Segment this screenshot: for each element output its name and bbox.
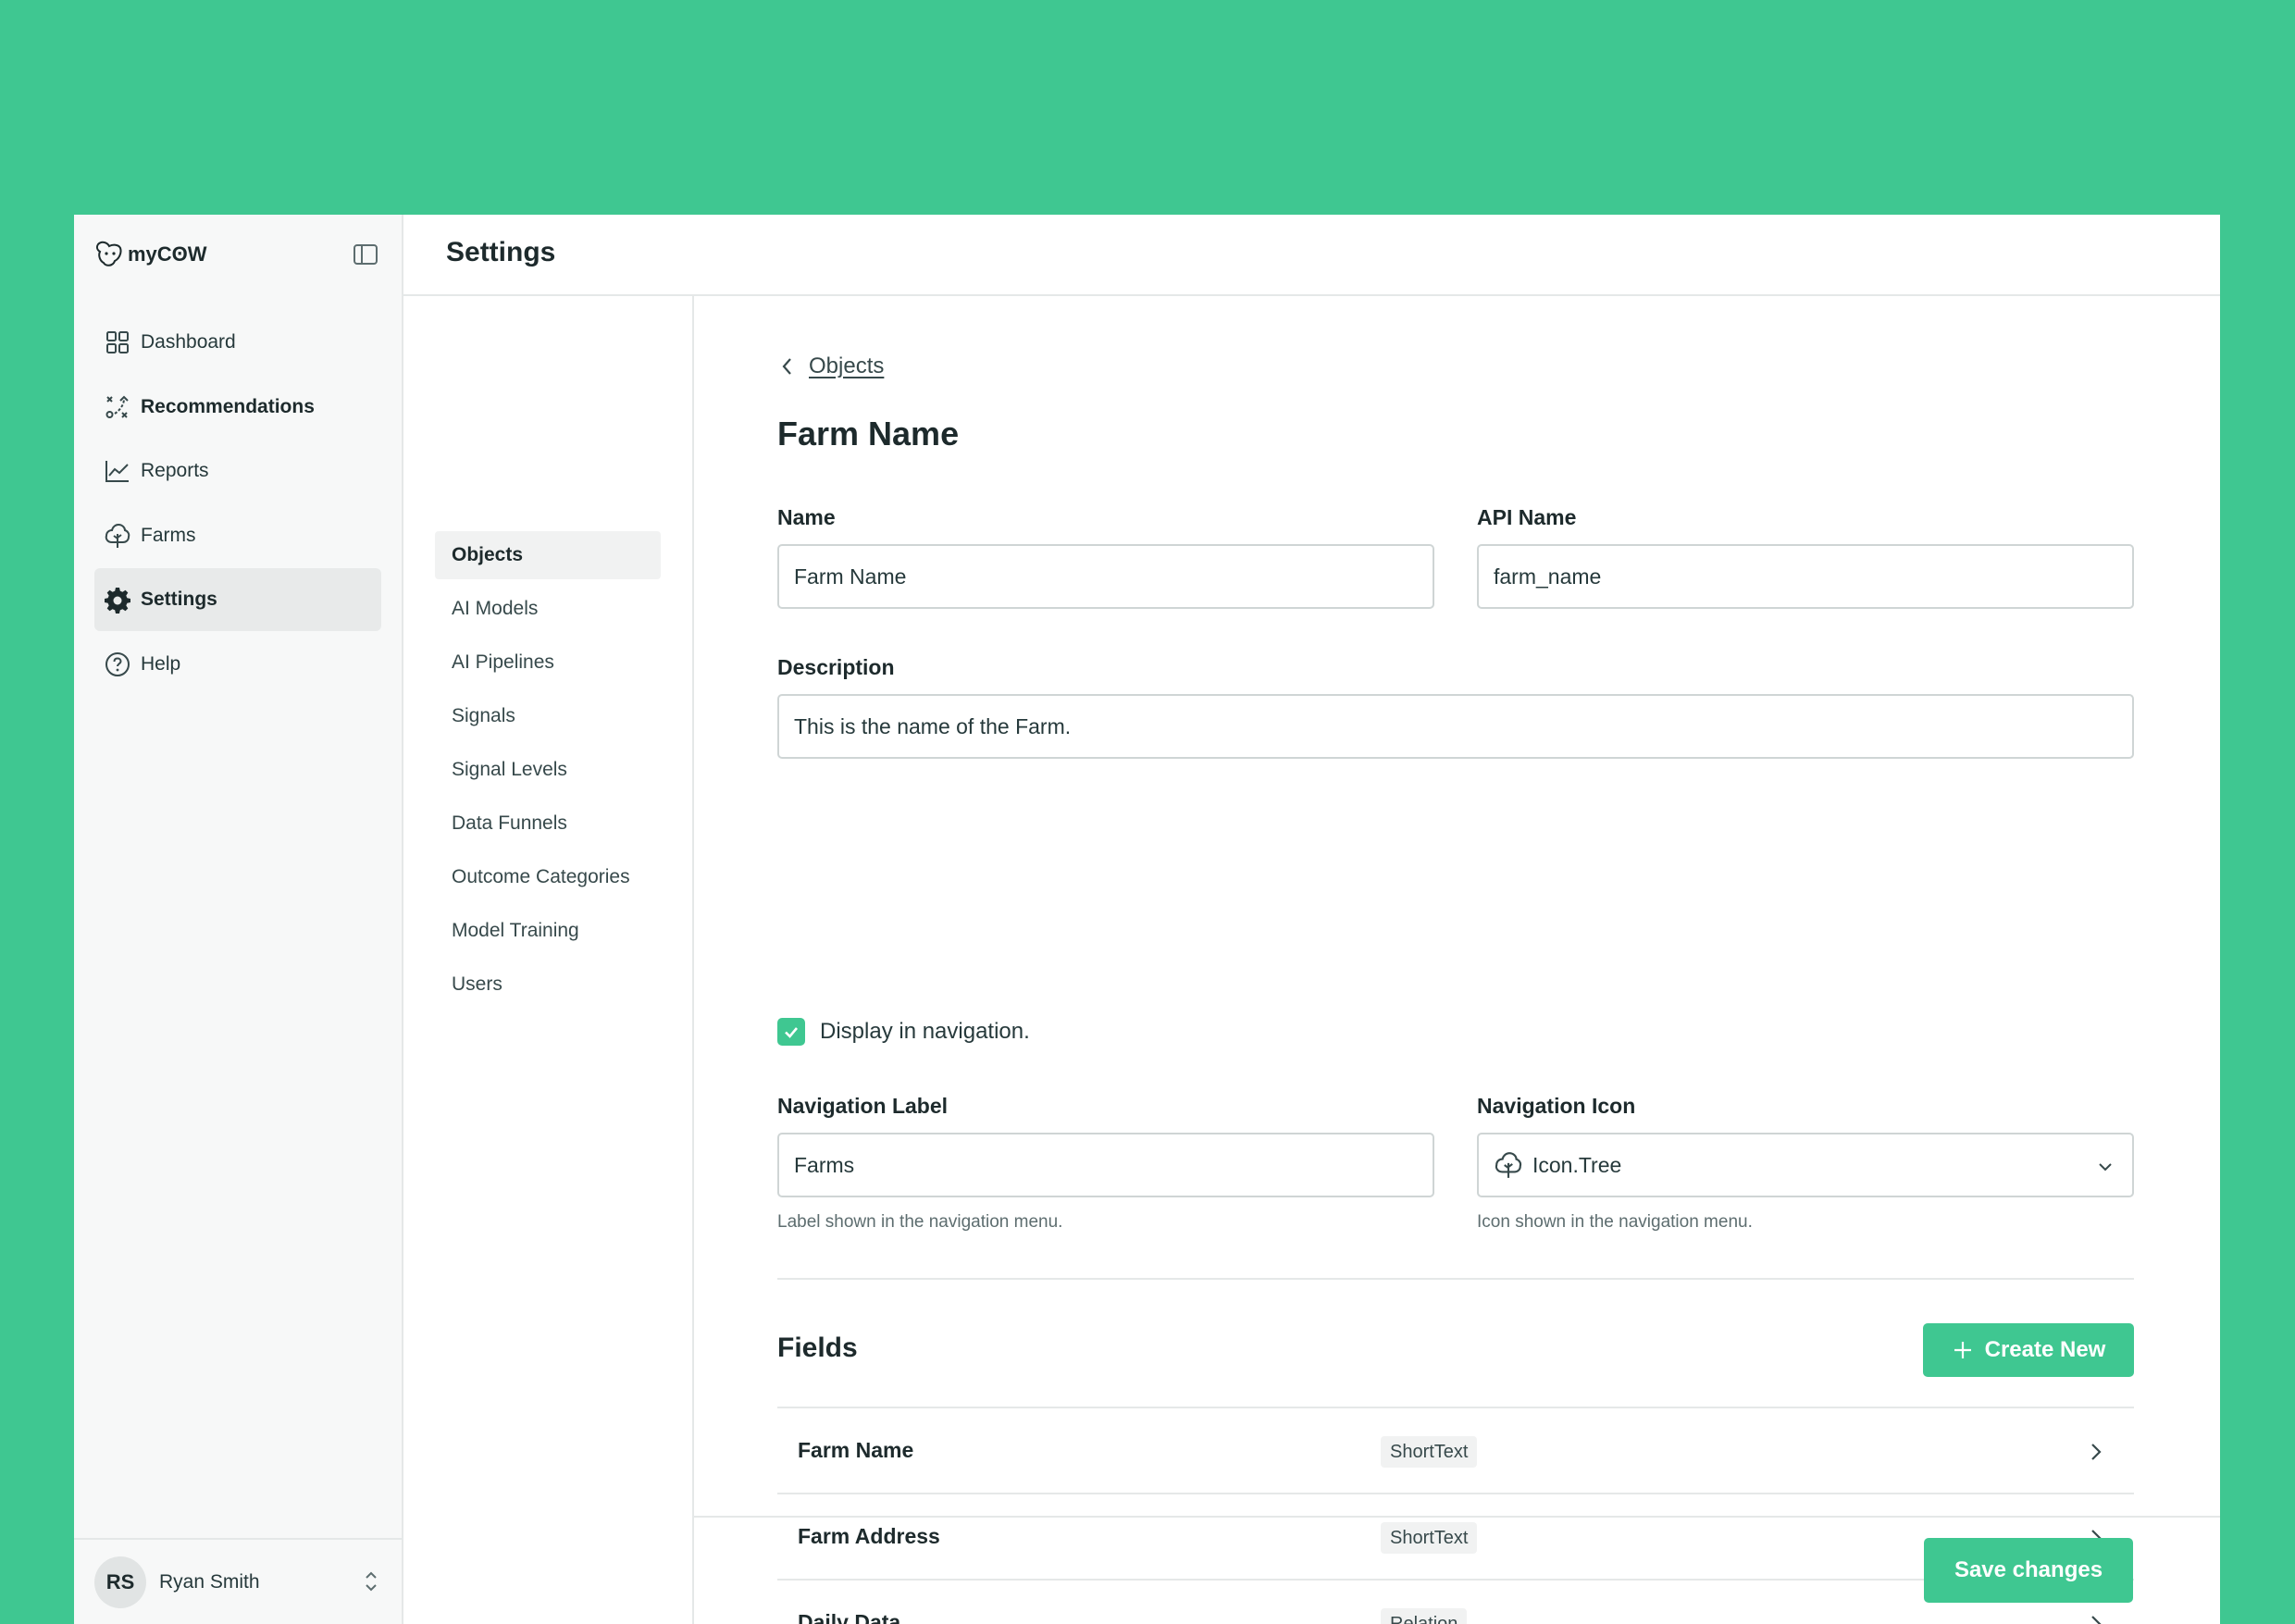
display-in-nav-label: Display in navigation. — [820, 1019, 1030, 1044]
help-circle-icon — [104, 651, 131, 678]
back-link-label: Objects — [809, 353, 885, 378]
check-icon — [785, 1027, 798, 1038]
field-type-badge: ShortText — [1381, 1522, 1478, 1554]
description-input[interactable]: This is the name of the Farm. — [777, 694, 2134, 759]
line-chart-icon — [104, 457, 131, 485]
create-new-button[interactable]: Create New — [1923, 1323, 2134, 1377]
nav-icon-label: Navigation Icon — [1477, 1094, 1636, 1118]
strategy-icon — [104, 393, 131, 421]
nav-label-input[interactable]: Farms — [777, 1133, 1434, 1197]
nav-icon-value: Icon.Tree — [1532, 1152, 1622, 1177]
tree-icon — [1494, 1150, 1523, 1180]
subnav-item-signal-levels[interactable]: Signal Levels — [435, 746, 661, 794]
field-type-badge: Relation — [1381, 1608, 1468, 1624]
logo-text: myCʘW — [128, 242, 207, 266]
subnav-item-signals[interactable]: Signals — [435, 692, 661, 740]
sidebar-item-recommendations[interactable]: Recommendations — [94, 376, 381, 439]
sidebar-item-label: Farms — [141, 524, 196, 546]
sidebar-item-label: Help — [141, 652, 181, 675]
page-header: Settings — [403, 215, 2220, 296]
tree-icon — [104, 522, 131, 550]
sidebar-item-label: Dashboard — [141, 331, 236, 353]
sidebar-item-reports[interactable]: Reports — [94, 440, 381, 502]
subnav-item-users[interactable]: Users — [435, 961, 661, 1009]
api-name-label: API Name — [1477, 505, 1577, 529]
nav-icon-helper: Icon shown in the navigation menu. — [1477, 1212, 1753, 1232]
footer-divider — [694, 1516, 2220, 1518]
subnav-item-objects[interactable]: Objects — [435, 531, 661, 579]
user-menu[interactable]: RS Ryan Smith — [74, 1538, 402, 1624]
subnav-item-outcome-categories[interactable]: Outcome Categories — [435, 853, 661, 901]
avatar: RS — [94, 1556, 146, 1608]
grid-icon — [104, 329, 131, 356]
chevron-right-icon — [2088, 1612, 2104, 1624]
name-input[interactable]: Farm Name — [777, 544, 1434, 609]
sidebar-item-dashboard[interactable]: Dashboard — [94, 311, 381, 374]
fields-title: Fields — [777, 1333, 858, 1363]
sidebar-item-settings[interactable]: Settings — [94, 568, 381, 631]
save-changes-button[interactable]: Save changes — [1924, 1538, 2133, 1603]
table-row[interactable]: Farm Name ShortText — [777, 1407, 2134, 1493]
back-link[interactable]: Objects — [777, 353, 884, 379]
subnav-item-ai-pipelines[interactable]: AI Pipelines — [435, 638, 661, 687]
user-name: Ryan Smith — [159, 1570, 260, 1593]
sidebar: myCʘW Dashboard Recommendations Reports … — [74, 215, 403, 1624]
field-name: Farm Address — [798, 1524, 940, 1548]
nav-label-label: Navigation Label — [777, 1094, 949, 1118]
chevron-right-icon — [2088, 1440, 2104, 1464]
sidebar-item-label: Settings — [141, 589, 217, 610]
nav-icon-select[interactable]: Icon.Tree — [1477, 1133, 2134, 1197]
logo[interactable]: myCʘW — [94, 239, 207, 270]
main-nav: Dashboard Recommendations Reports Farms — [94, 311, 381, 697]
display-in-nav-row[interactable]: Display in navigation. — [777, 1018, 1030, 1046]
field-name: Daily Data — [798, 1610, 901, 1624]
section-divider — [777, 1278, 2134, 1280]
api-name-input[interactable]: farm_name — [1477, 544, 2134, 609]
field-type-badge: ShortText — [1381, 1436, 1478, 1468]
page-title: Settings — [446, 237, 556, 267]
subnav-item-ai-models[interactable]: AI Models — [435, 585, 661, 633]
sidebar-toggle-icon[interactable] — [354, 244, 378, 265]
chevron-down-icon — [2095, 1157, 2115, 1177]
gear-icon — [104, 586, 131, 614]
plus-icon — [1952, 1339, 1974, 1361]
subnav-item-model-training[interactable]: Model Training — [435, 907, 661, 955]
sidebar-item-label: Reports — [141, 460, 209, 481]
field-name: Farm Name — [798, 1438, 914, 1462]
name-label: Name — [777, 505, 836, 529]
app-window: myCʘW Dashboard Recommendations Reports … — [74, 215, 2220, 1624]
chevron-left-icon — [777, 354, 798, 378]
nav-label-helper: Label shown in the navigation menu. — [777, 1212, 1063, 1232]
sidebar-item-help[interactable]: Help — [94, 633, 381, 696]
create-new-label: Create New — [1984, 1337, 2106, 1362]
description-label: Description — [777, 655, 895, 679]
chevron-up-down-icon — [363, 1568, 379, 1595]
sidebar-item-farms[interactable]: Farms — [94, 504, 381, 567]
display-in-nav-checkbox[interactable] — [777, 1018, 805, 1046]
subnav-item-data-funnels[interactable]: Data Funnels — [435, 800, 661, 848]
sidebar-item-label: Recommendations — [141, 395, 315, 417]
cow-logo-icon — [95, 241, 122, 267]
object-title: Farm Name — [777, 415, 960, 452]
